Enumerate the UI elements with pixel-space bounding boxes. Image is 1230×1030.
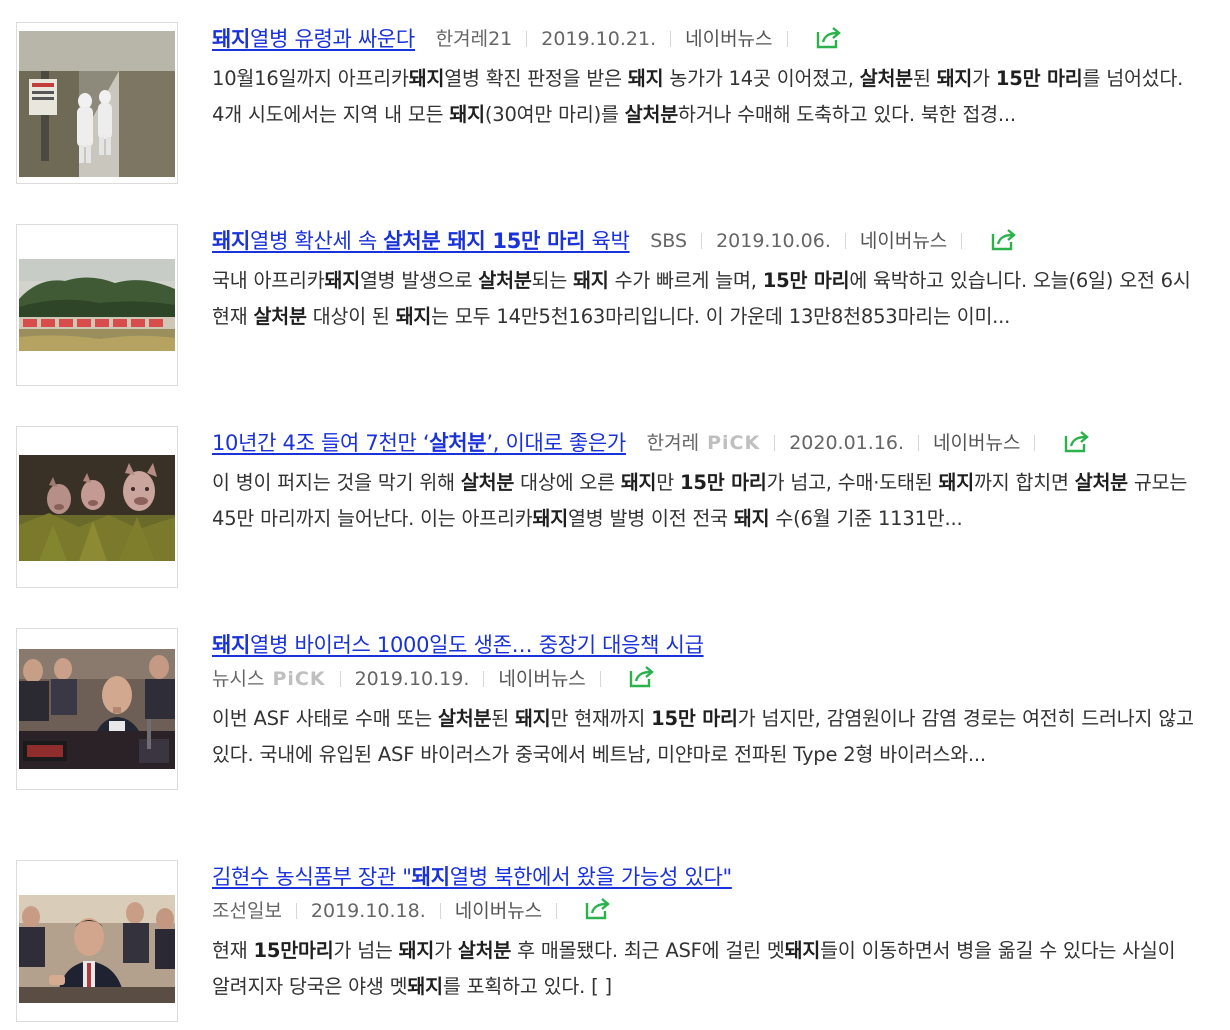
title-row: 돼지열병 확산세 속 살처분 돼지 15만 마리 육박 SBS 2019.10.0…: [212, 224, 1196, 258]
thumbnail[interactable]: [16, 628, 178, 790]
title-row: 돼지열병 바이러스 1000일도 생존… 중장기 대응책 시급: [212, 628, 1196, 662]
divider: [526, 31, 528, 47]
article-content: 10년간 4조 들여 7천만 ‘살처분’, 이대로 좋은가 한겨레 PiCK 202…: [212, 426, 1196, 537]
article-date: 2019.10.06.: [716, 230, 831, 252]
naver-news-link[interactable]: 네이버뉴스: [933, 432, 1020, 454]
article-content: 돼지열병 바이러스 1000일도 생존… 중장기 대응책 시급 뉴시스 PiCK 2…: [212, 628, 1196, 773]
title-row: 돼지열병 유령과 싸운다 한겨레21 2019.10.21. 네이버뉴스: [212, 22, 1196, 56]
article-date: 2019.10.21.: [541, 28, 657, 50]
article-title-link[interactable]: 돼지열병 유령과 싸운다: [212, 27, 415, 51]
article-date: 2020.01.16.: [789, 432, 905, 454]
article-meta: 조선일보 2019.10.18. 네이버뉴스: [212, 894, 571, 928]
article-summary: 국내 아프리카돼지열병 발생으로 살처분되는 돼지 수가 빠르게 늘며, 15만…: [212, 269, 1191, 328]
press-name[interactable]: 한겨레: [647, 432, 699, 454]
article-summary: 현재 15만마리가 넘는 돼지가 살처분 후 매몰됐다. 최근 ASF에 걸린 …: [212, 939, 1176, 998]
article-meta: 뉴시스 PiCK 2019.10.19. 네이버뉴스: [212, 662, 615, 696]
article-content: 돼지열병 유령과 싸운다 한겨레21 2019.10.21. 네이버뉴스 10월16…: [212, 22, 1196, 133]
share-icon[interactable]: [627, 663, 657, 700]
share-icon[interactable]: [1062, 428, 1092, 464]
naver-news-link[interactable]: 네이버뉴스: [455, 900, 542, 922]
article-summary: 이번 ASF 사태로 수매 또는 살처분된 돼지만 현재까지 15만 마리가 넘…: [212, 707, 1194, 766]
article-summary: 이 병이 퍼지는 것을 막기 위해 살처분 대상에 오른 돼지만 15만 마리가…: [212, 471, 1188, 530]
thumbnail-image: [19, 895, 175, 1003]
press-name[interactable]: SBS: [650, 230, 687, 252]
thumbnail-image: [19, 649, 175, 769]
pick-badge: PiCK: [272, 668, 326, 690]
article-title-link[interactable]: 김현수 농식품부 장관 "돼지열병 북한에서 왔을 가능성 있다": [212, 865, 732, 889]
thumbnail[interactable]: [16, 22, 178, 184]
divider: [918, 435, 920, 451]
article-content: 돼지열병 확산세 속 살처분 돼지 15만 마리 육박 SBS 2019.10.0…: [212, 224, 1196, 335]
divider: [786, 31, 788, 47]
divider: [339, 671, 341, 687]
share-icon[interactable]: [583, 895, 613, 932]
article-meta: 한겨레 PiCK 2020.01.16. 네이버뉴스: [633, 426, 1050, 460]
article-date: 2019.10.18.: [310, 900, 426, 922]
share-icon[interactable]: [814, 24, 844, 60]
divider: [439, 903, 441, 919]
share-icon[interactable]: [989, 226, 1019, 262]
article-meta: 한겨레21 2019.10.21. 네이버뉴스: [422, 22, 802, 56]
press-name[interactable]: 뉴시스: [212, 668, 264, 690]
meta-row: 뉴시스 PiCK 2019.10.19. 네이버뉴스: [212, 662, 1196, 696]
article-meta: SBS 2019.10.06. 네이버뉴스: [636, 224, 976, 258]
pick-badge: PiCK: [707, 432, 761, 454]
divider: [774, 435, 776, 451]
divider: [599, 671, 601, 687]
thumbnail[interactable]: [16, 224, 178, 386]
title-row: 김현수 농식품부 장관 "돼지열병 북한에서 왔을 가능성 있다": [212, 860, 1196, 894]
article-title-link[interactable]: 돼지열병 확산세 속 살처분 돼지 15만 마리 육박: [212, 229, 630, 253]
divider: [701, 233, 703, 249]
naver-news-link[interactable]: 네이버뉴스: [860, 230, 947, 252]
thumbnail[interactable]: [16, 860, 178, 1022]
divider: [295, 903, 297, 919]
divider: [1034, 435, 1036, 451]
press-name[interactable]: 한겨레21: [436, 28, 513, 50]
divider: [670, 31, 672, 47]
article-summary: 10월16일까지 아프리카돼지열병 확진 판정을 받은 돼지 농가가 14곳 이…: [212, 67, 1184, 126]
press-name[interactable]: 조선일보: [212, 900, 282, 922]
article-content: 김현수 농식품부 장관 "돼지열병 북한에서 왔을 가능성 있다" 조선일보 20…: [212, 860, 1196, 1005]
divider: [961, 233, 963, 249]
thumbnail[interactable]: [16, 426, 178, 588]
article-date: 2019.10.19.: [354, 668, 470, 690]
thumbnail-image: [19, 455, 175, 561]
naver-news-link[interactable]: 네이버뉴스: [498, 668, 585, 690]
divider: [483, 671, 485, 687]
thumbnail-image: [19, 31, 175, 177]
thumbnail-image: [19, 259, 175, 351]
meta-row: 조선일보 2019.10.18. 네이버뉴스: [212, 894, 1196, 928]
divider: [556, 903, 558, 919]
article-title-link[interactable]: 10년간 4조 들여 7천만 ‘살처분’, 이대로 좋은가: [212, 431, 626, 455]
article-title-link[interactable]: 돼지열병 바이러스 1000일도 생존… 중장기 대응책 시급: [212, 633, 704, 657]
divider: [844, 233, 846, 249]
title-row: 10년간 4조 들여 7천만 ‘살처분’, 이대로 좋은가 한겨레 PiCK 202…: [212, 426, 1196, 460]
naver-news-link[interactable]: 네이버뉴스: [685, 28, 772, 50]
